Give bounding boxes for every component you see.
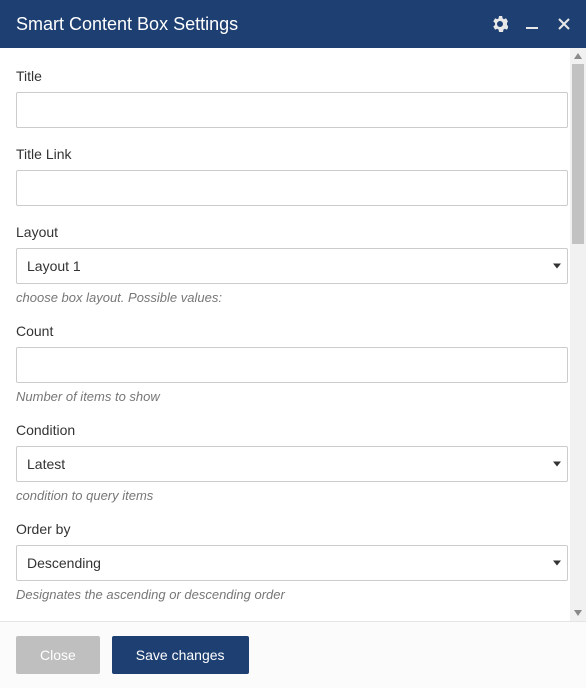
modal-title: Smart Content Box Settings (16, 14, 490, 35)
modal-body: Title Title Link Layout Layout 1 choose … (0, 48, 586, 621)
input-title[interactable] (16, 92, 568, 128)
select-condition[interactable]: Latest (16, 446, 568, 482)
scroll-up-icon[interactable] (570, 48, 586, 64)
label-title-link: Title Link (16, 146, 568, 162)
select-condition-value: Latest (27, 456, 65, 472)
form-scroll-area[interactable]: Title Title Link Layout Layout 1 choose … (0, 48, 570, 621)
select-layout-value: Layout 1 (27, 258, 81, 274)
label-count: Count (16, 323, 568, 339)
field-count: Count Number of items to show (16, 323, 570, 404)
save-changes-button[interactable]: Save changes (112, 636, 249, 674)
field-order-by: Order by Descending Designates the ascen… (16, 521, 570, 602)
field-title: Title (16, 68, 570, 128)
scrollbar-thumb[interactable] (572, 64, 584, 244)
help-count: Number of items to show (16, 389, 568, 404)
chevron-down-icon (553, 462, 561, 467)
label-order-by: Order by (16, 521, 568, 537)
input-count[interactable] (16, 347, 568, 383)
close-button[interactable]: Close (16, 636, 100, 674)
close-icon[interactable] (554, 14, 574, 34)
modal-header: Smart Content Box Settings (0, 0, 586, 48)
help-order-by: Designates the ascending or descending o… (16, 587, 568, 602)
field-layout: Layout Layout 1 choose box layout. Possi… (16, 224, 570, 305)
label-condition: Condition (16, 422, 568, 438)
input-title-link[interactable] (16, 170, 568, 206)
label-title: Title (16, 68, 568, 84)
field-title-link: Title Link (16, 146, 570, 206)
modal-footer: Close Save changes (0, 621, 586, 688)
label-layout: Layout (16, 224, 568, 240)
label-categories: Categories (16, 620, 568, 621)
vertical-scrollbar[interactable] (570, 48, 586, 621)
gear-icon[interactable] (490, 14, 510, 34)
help-layout: choose box layout. Possible values: (16, 290, 568, 305)
select-order-by-value: Descending (27, 555, 101, 571)
chevron-down-icon (553, 561, 561, 566)
minimize-icon[interactable] (522, 14, 542, 34)
chevron-down-icon (553, 264, 561, 269)
select-layout[interactable]: Layout 1 (16, 248, 568, 284)
settings-modal: Smart Content Box Settings Title Title L… (0, 0, 586, 688)
field-categories: Categories (16, 620, 570, 621)
help-condition: condition to query items (16, 488, 568, 503)
scroll-down-icon[interactable] (570, 605, 586, 621)
header-controls (490, 14, 574, 34)
field-condition: Condition Latest condition to query item… (16, 422, 570, 503)
select-order-by[interactable]: Descending (16, 545, 568, 581)
